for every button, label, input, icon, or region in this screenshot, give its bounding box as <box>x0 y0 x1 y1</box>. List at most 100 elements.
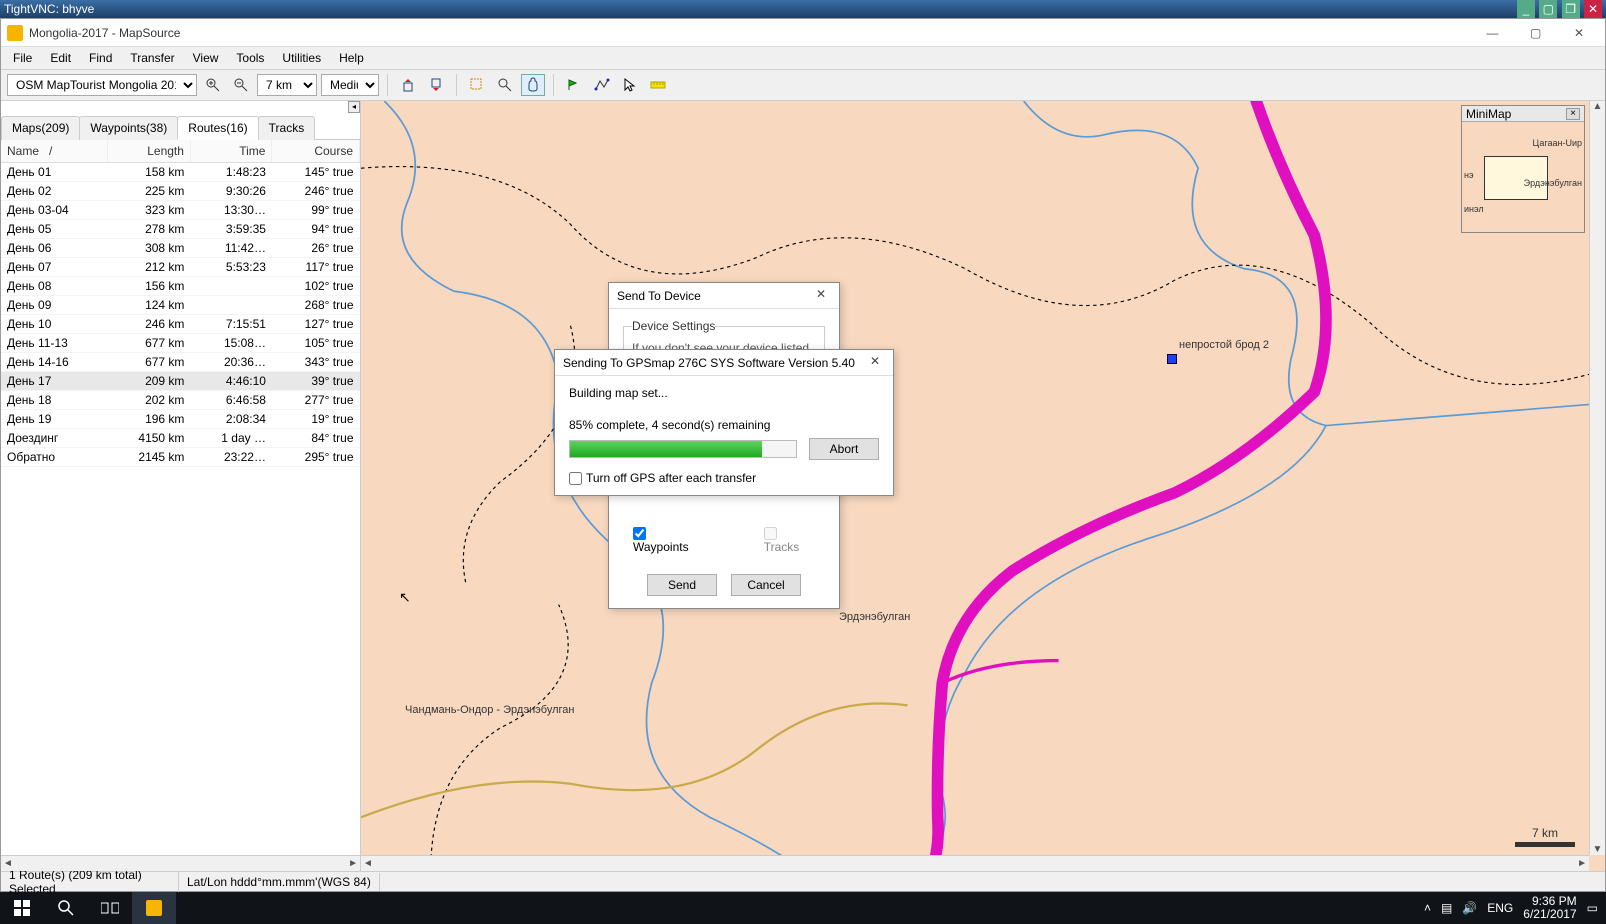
tray-volume-icon[interactable]: 🔊 <box>1462 901 1477 915</box>
map-scale: 7 km <box>1515 826 1575 847</box>
tab-routes[interactable]: Routes(16) <box>177 116 258 140</box>
progress-task: Building map set... <box>569 386 879 400</box>
turn-off-gps-checkbox[interactable]: Turn off GPS after each transfer <box>569 471 756 485</box>
tray-clock[interactable]: 9:36 PM 6/21/2017 <box>1523 895 1576 921</box>
table-row[interactable]: День 14-16677 km20:36…343° true <box>1 353 360 372</box>
action-center-icon[interactable]: ▭ <box>1587 901 1598 915</box>
zoom-in-button[interactable] <box>201 74 225 96</box>
col-length[interactable]: Length <box>107 140 190 163</box>
vnc-restore-icon[interactable]: ❐ <box>1562 0 1580 18</box>
vnc-max-icon[interactable]: ▢ <box>1539 0 1557 18</box>
menu-view[interactable]: View <box>185 49 227 67</box>
mapsource-window: Mongolia-2017 - MapSource — ▢ ✕ File Edi… <box>0 18 1606 892</box>
windows-taskbar: ˄ ▤ 🔊 ENG 9:36 PM 6/21/2017 ▭ <box>0 892 1606 924</box>
close-button[interactable]: ✕ <box>1559 22 1599 44</box>
progress-bar <box>569 440 797 458</box>
map-hscroll[interactable]: ◄► <box>361 855 1589 871</box>
search-button[interactable] <box>44 892 88 924</box>
tray-language[interactable]: ENG <box>1487 901 1513 915</box>
send-dialog-close-icon[interactable]: ✕ <box>811 287 831 305</box>
table-row[interactable]: День 01158 km1:48:23145° true <box>1 163 360 182</box>
vnc-close-icon[interactable]: ✕ <box>1584 0 1602 18</box>
app-titlebar: Mongolia-2017 - MapSource — ▢ ✕ <box>1 19 1605 47</box>
send-dialog-title: Send To Device <box>617 289 701 303</box>
city-erdenebulgan: Эрдэнэбулган <box>839 611 910 623</box>
table-row[interactable]: Обратно2145 km23:22…295° true <box>1 448 360 467</box>
tray-network-icon[interactable]: ▤ <box>1441 901 1452 915</box>
table-row[interactable]: День 05278 km3:59:3594° true <box>1 220 360 239</box>
sidebar: ◂ Maps(209) Waypoints(38) Routes(16) Tra… <box>1 101 361 871</box>
table-row[interactable]: День 02225 km9:30:26246° true <box>1 182 360 201</box>
taskview-button[interactable] <box>88 892 132 924</box>
menu-tools[interactable]: Tools <box>228 49 272 67</box>
send-to-device-button[interactable] <box>396 74 420 96</box>
zoom-out-button[interactable] <box>229 74 253 96</box>
table-row[interactable]: День 07212 km5:53:23117° true <box>1 258 360 277</box>
sidebar-tabs: Maps(209) Waypoints(38) Routes(16) Track… <box>1 101 360 140</box>
scroll-right-icon[interactable]: ► <box>348 858 358 869</box>
table-row[interactable]: День 19196 km2:08:3419° true <box>1 410 360 429</box>
app-title: Mongolia-2017 - MapSource <box>29 26 180 40</box>
cancel-button[interactable]: Cancel <box>731 574 801 596</box>
detail-select[interactable]: Medium <box>321 74 379 96</box>
minimap-close-icon[interactable]: × <box>1566 108 1580 120</box>
route-tool[interactable] <box>590 74 614 96</box>
pointer-tool[interactable] <box>618 74 642 96</box>
maximize-button[interactable]: ▢ <box>1516 22 1556 44</box>
waypoints-checkbox[interactable]: Waypoints <box>633 526 704 554</box>
receive-from-device-button[interactable] <box>424 74 448 96</box>
map-product-select[interactable]: OSM MapTourist Mongolia 2017-06-22 <box>7 74 197 96</box>
table-row[interactable]: День 08156 km102° true <box>1 277 360 296</box>
sidebar-hscroll[interactable]: ◄ ► <box>1 855 360 871</box>
menu-transfer[interactable]: Transfer <box>122 49 182 67</box>
table-row[interactable]: День 03-04323 km13:30…99° true <box>1 201 360 220</box>
table-row[interactable]: День 18202 km6:46:58277° true <box>1 391 360 410</box>
minimize-button[interactable]: — <box>1472 22 1512 44</box>
tray-chevron-icon[interactable]: ˄ <box>1424 901 1431 915</box>
hand-tool[interactable] <box>521 74 545 96</box>
tab-maps[interactable]: Maps(209) <box>1 116 80 140</box>
zoom-tool[interactable] <box>493 74 517 96</box>
table-row[interactable]: День 10246 km7:15:51127° true <box>1 315 360 334</box>
minimap[interactable]: MiniMap × Цагаан-Uир Эрдэнэбулган нэ инэ… <box>1461 105 1585 233</box>
progress-dialog-title: Sending To GPSmap 276C SYS Software Vers… <box>563 356 855 370</box>
zoom-level-select[interactable]: 7 km <box>257 74 317 96</box>
map-canvas[interactable]: непростой брод 2 Эрдэнэбулган Чандмань-О… <box>361 101 1605 871</box>
tab-waypoints[interactable]: Waypoints(38) <box>79 116 178 140</box>
minimap-title: MiniMap <box>1466 107 1511 121</box>
measure-tool[interactable] <box>646 74 670 96</box>
menu-help[interactable]: Help <box>331 49 372 67</box>
col-course[interactable]: Course <box>272 140 360 163</box>
progress-status: 85% complete, 4 second(s) remaining <box>569 418 879 432</box>
abort-button[interactable]: Abort <box>809 438 879 460</box>
waypoint-marker[interactable] <box>1167 354 1177 364</box>
progress-dialog-close-icon[interactable]: ✕ <box>865 354 885 372</box>
toolbar: OSM MapTourist Mongolia 2017-06-22 7 km … <box>1 70 1605 101</box>
waypoint-label: непростой брод 2 <box>1179 339 1269 351</box>
status-coord-format: Lat/Lon hddd°mm.mmm'(WGS 84) <box>179 873 380 891</box>
scroll-left-icon[interactable]: ◄ <box>3 858 13 869</box>
col-name[interactable]: Name / <box>1 140 107 163</box>
table-row[interactable]: Доездинг4150 km1 day …84° true <box>1 429 360 448</box>
menu-file[interactable]: File <box>5 49 40 67</box>
tracks-checkbox[interactable]: Tracks <box>764 526 815 554</box>
col-time[interactable]: Time <box>190 140 272 163</box>
menu-find[interactable]: Find <box>81 49 120 67</box>
waypoint-tool[interactable] <box>562 74 586 96</box>
table-row[interactable]: День 06308 km11:42…26° true <box>1 239 360 258</box>
collapse-sidebar-button[interactable]: ◂ <box>348 101 360 113</box>
taskbar-app-mapsource[interactable] <box>132 892 176 924</box>
send-button[interactable]: Send <box>647 574 717 596</box>
tab-tracks[interactable]: Tracks <box>258 116 316 140</box>
table-row[interactable]: День 09124 km268° true <box>1 296 360 315</box>
map-vscroll[interactable]: ▲▼ <box>1589 101 1605 855</box>
table-row[interactable]: День 17209 km4:46:1039° true <box>1 372 360 391</box>
vnc-min-icon[interactable]: _ <box>1517 0 1535 18</box>
menu-utilities[interactable]: Utilities <box>274 49 329 67</box>
table-row[interactable]: День 11-13677 km15:08…105° true <box>1 334 360 353</box>
select-tool[interactable] <box>465 74 489 96</box>
sending-progress-dialog: Sending To GPSmap 276C SYS Software Vers… <box>554 349 894 496</box>
start-button[interactable] <box>0 892 44 924</box>
menu-edit[interactable]: Edit <box>42 49 79 67</box>
routes-grid[interactable]: Name / Length Time Course День 01158 km1… <box>1 140 360 855</box>
